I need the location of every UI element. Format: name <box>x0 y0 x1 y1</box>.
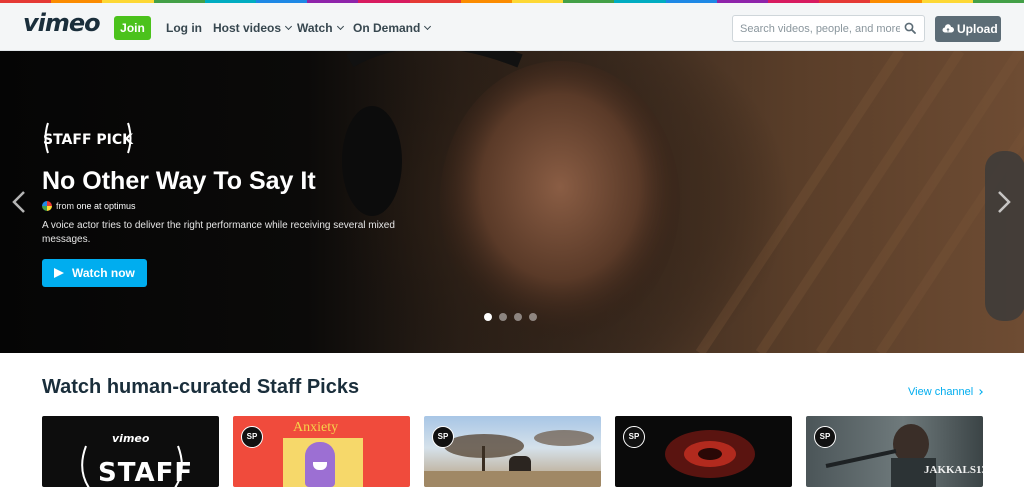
host-videos-menu[interactable]: Host videos <box>213 16 293 40</box>
chevron-down-icon <box>424 22 432 31</box>
thumbnail-title: JAKKALS13 <box>924 464 983 476</box>
hero-byline: from one at optimus <box>42 201 136 211</box>
join-button[interactable]: Join <box>114 16 151 40</box>
thumbnail-art <box>665 430 755 478</box>
upload-button[interactable]: Upload <box>935 16 1001 42</box>
video-thumbnail[interactable]: SP <box>424 416 601 487</box>
staff-text: STAFF <box>98 458 194 487</box>
video-thumbnail[interactable]: Anxiety SP <box>233 416 410 487</box>
carousel-dot[interactable] <box>514 313 522 321</box>
chevron-right-icon <box>977 389 984 395</box>
author-link[interactable]: one at optimus <box>77 201 136 211</box>
staff-pick-badge: STAFF PICK <box>43 122 134 154</box>
video-thumbnail[interactable]: vimeo STAFF <box>42 416 219 487</box>
vimeo-logo[interactable]: vimeo <box>23 9 101 37</box>
upload-label: Upload <box>957 22 998 36</box>
section-title: Watch human-curated Staff Picks <box>42 376 360 398</box>
view-channel-link[interactable]: View channel <box>908 386 984 398</box>
thumbnail-art <box>424 430 601 487</box>
play-icon <box>54 268 64 278</box>
video-thumbnail[interactable]: SP <box>615 416 792 487</box>
cloud-upload-icon <box>942 24 954 33</box>
search-box <box>732 15 925 42</box>
watch-menu[interactable]: Watch <box>297 16 344 40</box>
staff-pick-badge: SP <box>241 426 263 448</box>
search-input[interactable] <box>740 21 900 37</box>
chevron-down-icon <box>284 22 293 31</box>
carousel-dot[interactable] <box>529 313 537 321</box>
login-link[interactable]: Log in <box>166 16 202 40</box>
host-videos-label: Host videos <box>213 21 282 35</box>
hero-description: A voice actor tries to deliver the right… <box>42 220 395 245</box>
view-channel-label: View channel <box>908 386 974 398</box>
on-demand-label: On Demand <box>353 21 421 35</box>
watch-now-label: Watch now <box>72 266 135 280</box>
top-navigation: vimeo Join Log in Host videos Watch On D… <box>0 3 1024 51</box>
watch-label: Watch <box>297 21 333 35</box>
video-thumbnail[interactable]: JAKKALS13 SP <box>806 416 983 487</box>
from-prefix: from <box>56 201 74 211</box>
staff-pick-badge: SP <box>623 426 645 448</box>
author-avatar[interactable] <box>42 201 52 211</box>
carousel-dot[interactable] <box>499 313 507 321</box>
hero-background-image <box>330 51 1024 353</box>
on-demand-menu[interactable]: On Demand <box>353 16 432 40</box>
hero-title[interactable]: No Other Way To Say It <box>42 167 316 196</box>
search-icon[interactable] <box>904 22 916 34</box>
chevron-down-icon <box>336 22 344 31</box>
hero-carousel: STAFF PICK No Other Way To Say It from o… <box>0 51 1024 353</box>
vimeo-logo: vimeo <box>112 432 150 445</box>
carousel-dot[interactable] <box>484 313 492 321</box>
thumbnail-title: Anxiety <box>293 420 339 435</box>
staff-pick-text: STAFF PICK <box>43 132 134 148</box>
chevron-left-icon[interactable] <box>12 190 26 214</box>
login-label: Log in <box>166 21 202 35</box>
staff-pick-badge: SP <box>814 426 836 448</box>
staff-pick-badge: SP <box>432 426 454 448</box>
chevron-right-icon[interactable] <box>997 190 1011 214</box>
carousel-dots <box>484 313 537 321</box>
watch-now-button[interactable]: Watch now <box>42 259 147 287</box>
thumbnail-art <box>825 424 936 487</box>
